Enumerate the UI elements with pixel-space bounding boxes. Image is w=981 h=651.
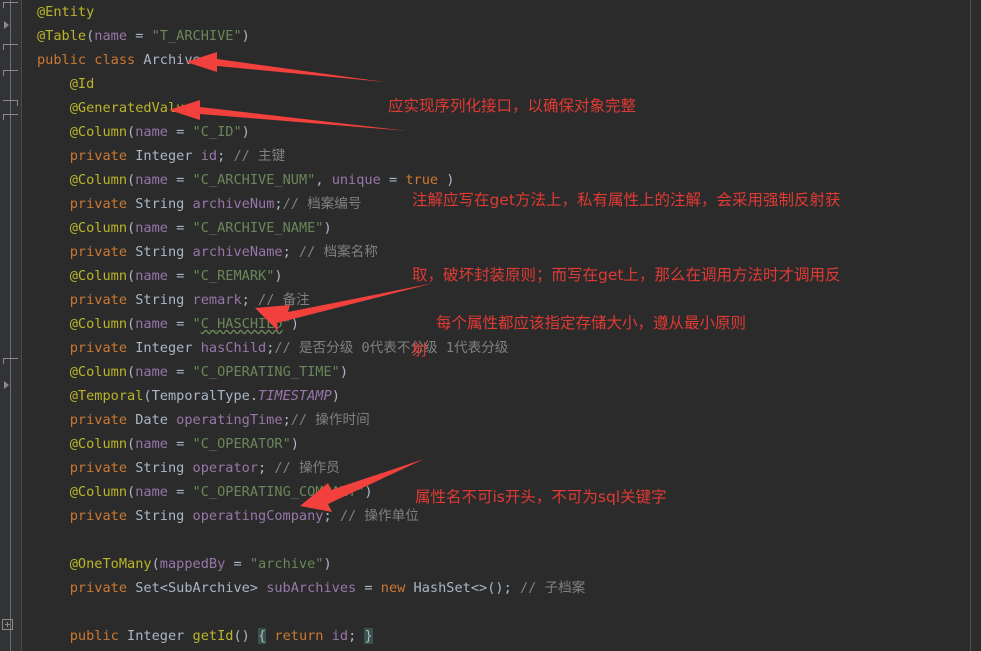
code-line: private String operator; // 操作员 <box>69 460 340 476</box>
code-line: public class Archive { <box>37 52 218 68</box>
annotation-line: 每个属性都应该指定存储大小，遵从最小原则 <box>436 314 747 332</box>
fold-marker-generatedvalue[interactable] <box>3 100 18 111</box>
code-line: @Column(name = "C_ID") <box>69 124 250 140</box>
fold-collapse-arrow-table[interactable] <box>4 21 9 29</box>
annotation-line: 应实现序列化接口，以确保对象完整 <box>388 97 637 115</box>
code-line: @Column(name = "C_ARCHIVE_NUM", unique =… <box>69 172 455 188</box>
code-line: private Date operatingTime;// 操作时间 <box>69 412 370 428</box>
annotation-note-column-size: 每个属性都应该指定存储大小，遵从最小原则 <box>436 261 746 386</box>
code-line: @Column(name = "C_OPERATING_COMPANY") <box>69 484 373 500</box>
code-line: @Table(name = "T_ARCHIVE") <box>37 28 250 44</box>
code-line: @Column(name = "C_REMARK") <box>69 268 283 284</box>
fold-collapse-arrow-temporal[interactable] <box>4 381 9 389</box>
code-line: private String operatingCompany; // 操作单位 <box>69 508 419 524</box>
fold-marker-id[interactable] <box>3 70 18 81</box>
code-line: public Integer getId() { return id; } <box>69 628 373 644</box>
code-line: @Id <box>69 76 95 92</box>
code-line: private Set<SubArchive> subArchives = ne… <box>69 580 586 596</box>
annotation-line: 注解应写在get方法上，私有属性上的注解，会采用强制反射获 <box>412 191 841 209</box>
annotation-line: 属性名不可is开头，不可为sql关键字 <box>415 488 667 506</box>
annotation-note-naming-rule: 属性名不可is开头，不可为sql关键字 <box>415 435 667 560</box>
code-line: @Column(name = "C_HASCHILD") <box>69 316 299 332</box>
gutter-vertical-line <box>10 0 11 651</box>
code-line: @GeneratedValue <box>69 100 193 116</box>
fold-marker-class-open[interactable] <box>3 44 18 55</box>
code-line: private String remark; // 备注 <box>69 292 310 308</box>
code-folding-gutter[interactable] <box>0 0 22 651</box>
code-line: @Column(name = "C_ARCHIVE_NAME") <box>69 220 332 236</box>
fold-expand-getid[interactable] <box>2 619 13 630</box>
fold-marker-entity[interactable] <box>3 2 18 13</box>
code-line: private Integer id; // 主键 <box>69 148 286 164</box>
code-line: @Entity <box>37 4 95 20</box>
code-editor-screenshot: @Entity @Table(name = "T_ARCHIVE") publi… <box>0 0 981 651</box>
code-line: @Column(name = "C_OPERATOR") <box>69 436 299 452</box>
fold-marker-operating-time[interactable] <box>3 358 18 369</box>
code-line: @Column(name = "C_OPERATING_TIME") <box>69 364 349 380</box>
fold-marker-column-id[interactable] <box>3 114 18 125</box>
code-line: private String archiveName; // 档案名称 <box>69 244 378 260</box>
code-line: @OneToMany(mappedBy = "archive") <box>69 556 332 572</box>
code-line: @Temporal(TemporalType.TIMESTAMP) <box>69 388 340 404</box>
code-line: private String archiveNum;// 档案编号 <box>69 196 362 212</box>
